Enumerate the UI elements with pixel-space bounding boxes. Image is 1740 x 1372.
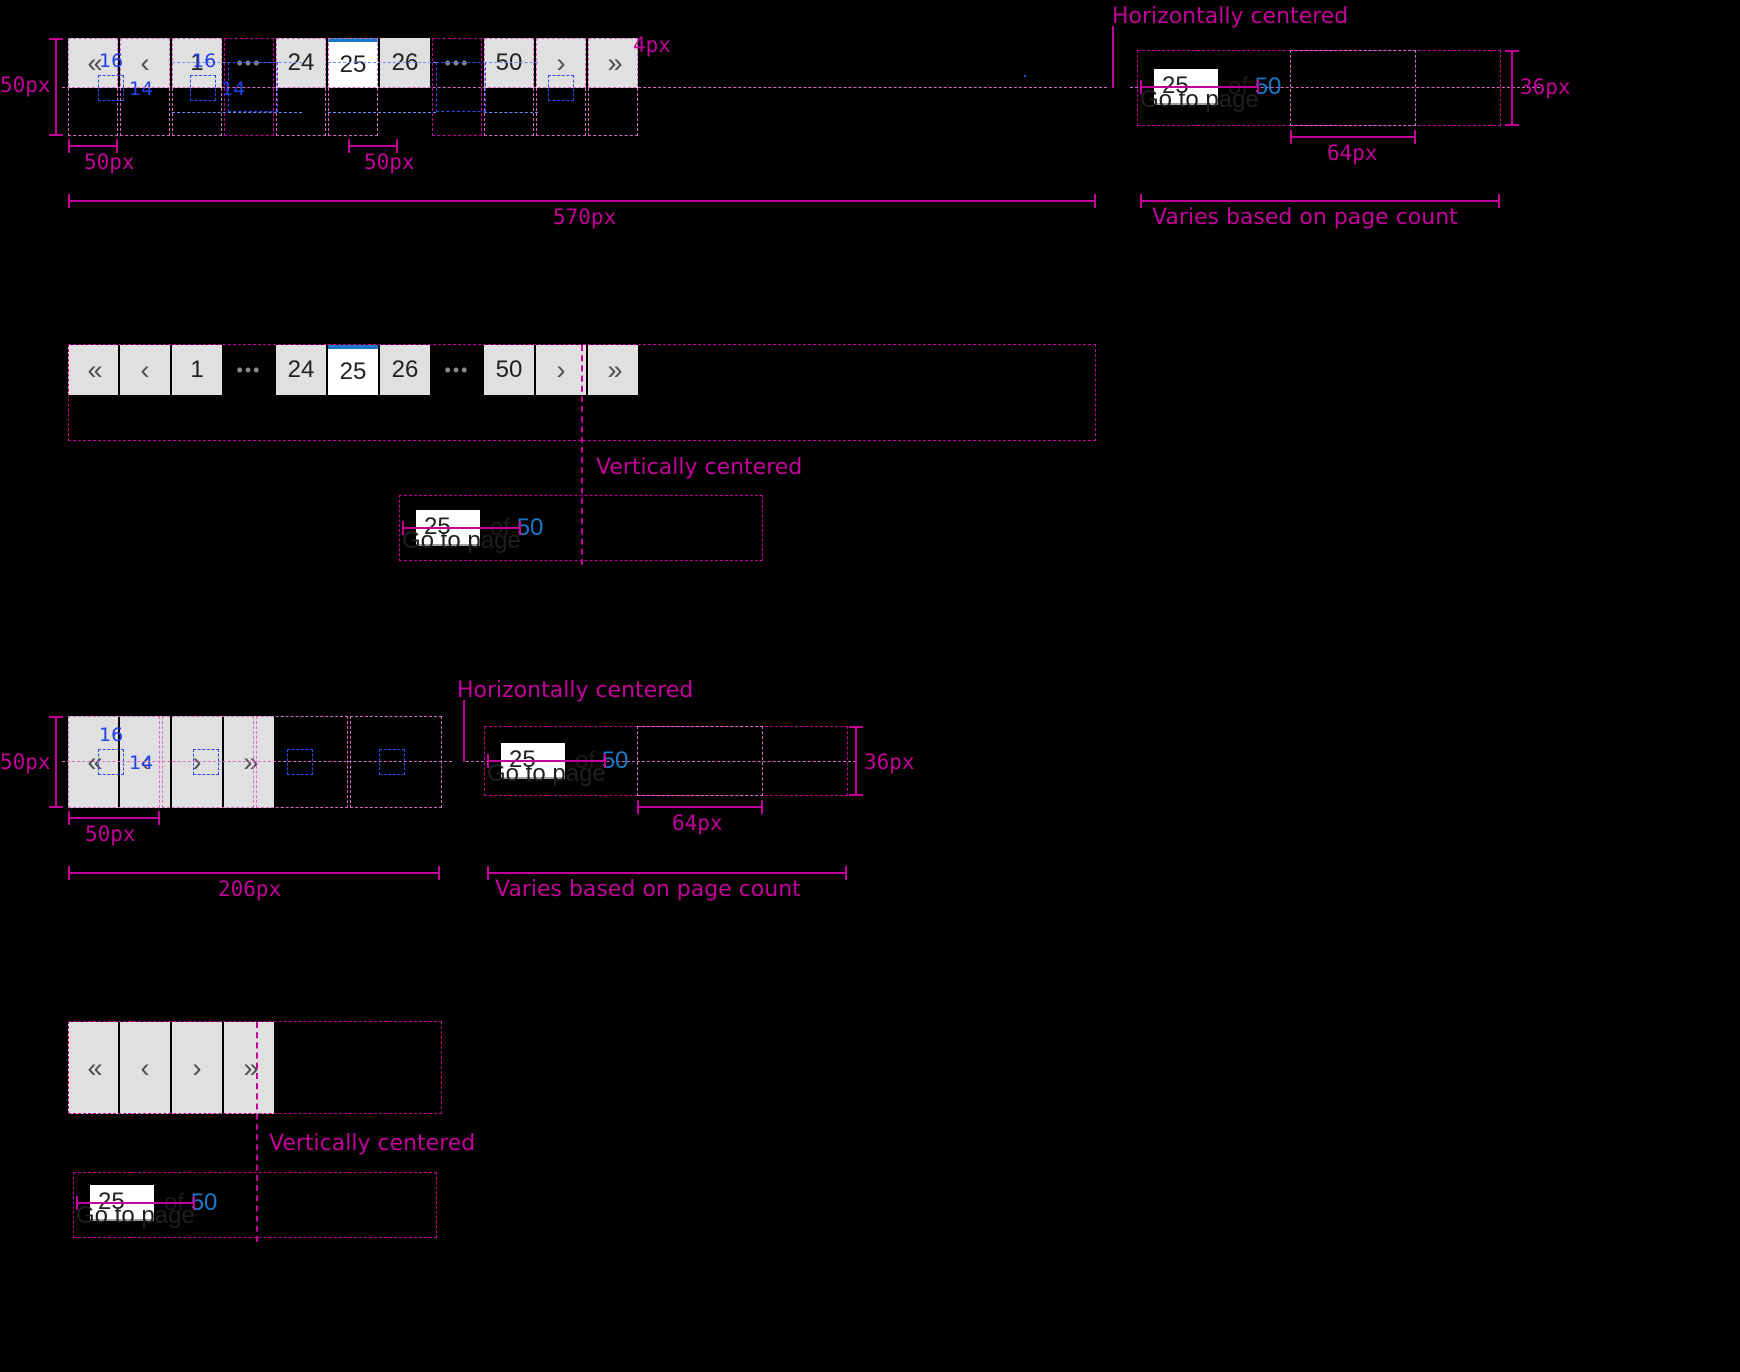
dim-height-50px-label-section3: 50px	[0, 750, 51, 774]
dim-width-50px-compact-label: 50px	[85, 822, 136, 846]
dim-width-50px-cell1-label: 50px	[84, 150, 135, 174]
dim-total-570px	[68, 194, 1096, 208]
label-icon-14-first: 14	[129, 78, 154, 100]
page-label: 26	[391, 49, 419, 76]
page-button-26[interactable]: 26	[380, 38, 430, 88]
dim-width-50px-compact	[68, 811, 160, 825]
centerline-section3	[62, 761, 452, 762]
dim-height-50px-section1	[49, 38, 63, 136]
label-icon-16-prev: 16	[192, 50, 217, 72]
label-horizontally-centered-section3: Horizontally centered	[457, 678, 694, 703]
dim-input-64px-label-section1: 64px	[1327, 141, 1378, 165]
dim-width-50px-cell1	[68, 139, 118, 153]
dim-input-64px-section1	[1290, 130, 1416, 144]
dim-varies-section1	[1140, 194, 1500, 208]
guide-content-bottom-24-26	[328, 112, 436, 113]
overlay-pagination-compact-clean-outline	[68, 1021, 442, 1114]
leader-horizontally-centered-section3	[463, 700, 465, 762]
guide-icon-box-first	[98, 75, 124, 101]
label-varies-section3: Varies based on page count	[495, 877, 801, 902]
guide-icon-box-last	[1024, 75, 1026, 77]
guide-icon-box-last-compact	[379, 749, 405, 775]
dim-total-570px-label: 570px	[553, 205, 617, 229]
dim-input-64px-label-section3: 64px	[672, 811, 723, 835]
leader-horizontally-centered-section1	[1112, 26, 1114, 88]
guide-icon-box-prev-compact	[193, 749, 219, 775]
dim-goto-height-36px-label-section1: 36px	[1520, 75, 1571, 99]
dim-total-206px	[68, 866, 440, 880]
label-varies-section1: Varies based on page count	[1152, 205, 1458, 230]
guide-icon-box-next-compact	[287, 749, 313, 775]
dim-goto-height-36px-section1	[1505, 50, 1519, 126]
dim-input-64px-section3	[637, 800, 763, 814]
label-active-border-4px: 4px	[633, 33, 671, 57]
guide-content-top-50	[484, 62, 538, 63]
label-icon-14-first-compact: 14	[129, 752, 154, 774]
centerline-section1	[62, 87, 1107, 88]
label-icon-14-prev: 14	[221, 78, 246, 100]
overlay-goto-input-section1	[1290, 50, 1416, 126]
dim-goto-height-36px-section3	[849, 726, 863, 796]
overlay-goto-group-section4	[73, 1172, 437, 1238]
guide-icon-box-prev	[190, 75, 216, 101]
dim-width-50px-ellipsis	[348, 139, 398, 153]
overlay-goto-input-section3	[637, 726, 763, 796]
guide-content-top-24-26	[328, 62, 436, 63]
dim-total-206px-label: 206px	[218, 877, 282, 901]
label-vertically-centered-section4: Vertically centered	[269, 1131, 476, 1156]
dim-goto-height-36px-label-section3: 36px	[864, 750, 915, 774]
label-horizontally-centered-section1: Horizontally centered	[1112, 4, 1349, 29]
dim-width-50px-ellipsis-label: 50px	[364, 150, 415, 174]
dim-height-50px-section3	[49, 716, 63, 808]
label-vertically-centered-section2: Vertically centered	[596, 455, 803, 480]
dim-height-50px-label-section1: 50px	[0, 73, 51, 97]
overlay-goto-group-section2	[399, 495, 763, 561]
label-icon-16-first: 16	[99, 50, 124, 72]
guide-content-bottom-50	[484, 112, 538, 113]
guide-icon-box-first-compact	[98, 749, 124, 775]
guide-content-bottom-section1	[172, 112, 302, 113]
guide-icon-box-next	[548, 75, 574, 101]
dim-varies-section3	[487, 866, 847, 880]
label-icon-16-first-compact: 16	[99, 724, 124, 746]
